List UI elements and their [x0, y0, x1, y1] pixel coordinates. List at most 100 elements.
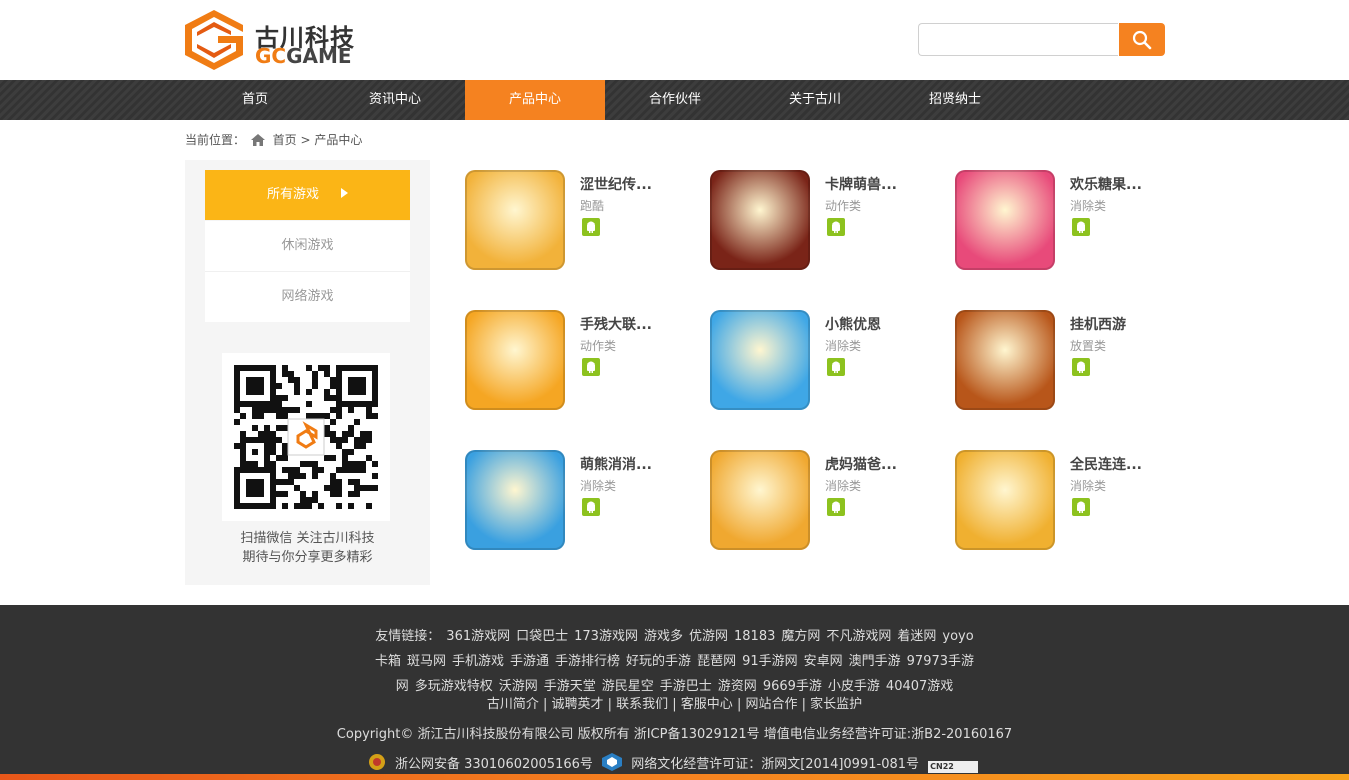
search-icon — [1132, 30, 1152, 49]
friend-link[interactable]: 小皮手游 — [828, 679, 880, 694]
android-icon[interactable] — [1072, 218, 1090, 236]
game-name[interactable]: 手残大联... — [580, 314, 652, 334]
friend-link[interactable]: 斑马网 — [407, 654, 446, 669]
game-name[interactable]: 虎妈猫爸... — [825, 454, 897, 474]
nav-item-partners[interactable]: 合作伙伴 — [605, 80, 745, 120]
candy-icon[interactable] — [955, 170, 1055, 270]
cn22-badge[interactable]: CN22 — [928, 761, 979, 773]
xiyou-icon[interactable] — [955, 310, 1055, 410]
friend-link[interactable]: yoyo — [942, 629, 973, 644]
friend-links-row-3: 网多玩游戏特权 沃游网 手游天堂 游民星空 手游巴士 游资网 9669手游 小皮手游 40407… — [0, 675, 1349, 694]
game-name[interactable]: 挂机西游 — [1070, 314, 1126, 334]
friend-link[interactable]: 手游天堂 — [544, 679, 596, 694]
friend-link[interactable]: 好玩的手游 — [626, 654, 691, 669]
cow-icon[interactable] — [955, 450, 1055, 550]
friend-link[interactable]: 手游通 — [510, 654, 549, 669]
friend-link[interactable]: 卡箱 — [375, 654, 401, 669]
tiger-girl-icon[interactable] — [710, 450, 810, 550]
game-card[interactable]: 手残大联... 动作类 — [465, 310, 705, 410]
friend-link[interactable]: 9669手游 — [763, 679, 822, 694]
friend-link[interactable]: 361游戏网 — [446, 629, 510, 644]
qr-caption-1: 扫描微信 关注古川科技 — [240, 531, 375, 546]
breadcrumb-current: 产品中心 — [314, 133, 363, 147]
qr-caption-2: 期待与你分享更多精彩 — [242, 550, 373, 565]
culture-license[interactable]: 网络文化经营许可证：浙网文[2014]0991-081号 — [631, 757, 919, 772]
friend-link[interactable]: 优游网 — [689, 629, 728, 644]
police-record[interactable]: 浙公网安备 33010602005166号 — [395, 757, 593, 772]
breadcrumb-home[interactable]: 首页 — [273, 133, 297, 147]
girl-avatar-icon[interactable] — [465, 170, 565, 270]
search-button[interactable] — [1119, 23, 1165, 56]
friend-link[interactable]: 不凡游戏网 — [826, 629, 891, 644]
bear-icon[interactable] — [710, 310, 810, 410]
android-icon[interactable] — [827, 218, 845, 236]
home-icon — [250, 134, 265, 146]
friend-link[interactable]: 手游排行榜 — [555, 654, 620, 669]
game-card[interactable]: 全民连连... 消除类 — [955, 450, 1195, 550]
category-label: 所有游戏 — [266, 187, 319, 202]
friend-link[interactable]: 97973手游 — [907, 654, 974, 669]
friend-link[interactable]: 游戏多 — [644, 629, 683, 644]
search-input[interactable] — [918, 23, 1118, 56]
brand-en-accent: GC — [255, 44, 287, 68]
face-icon[interactable] — [465, 310, 565, 410]
friend-link[interactable]: 游资网 — [718, 679, 757, 694]
android-icon[interactable] — [827, 358, 845, 376]
game-card[interactable]: 小熊优恩 消除类 — [710, 310, 950, 410]
cn22-label: CN22 — [930, 762, 954, 771]
breadcrumb-sep: > — [300, 133, 311, 147]
nav-item-home[interactable]: 首页 — [185, 80, 325, 120]
game-genre: 放置类 — [1070, 339, 1107, 353]
friend-link[interactable]: 口袋巴士 — [516, 629, 568, 644]
friend-link[interactable]: 沃游网 — [499, 679, 538, 694]
friend-link[interactable]: 魔方网 — [781, 629, 820, 644]
friend-link[interactable]: 安卓网 — [804, 654, 843, 669]
android-icon[interactable] — [582, 498, 600, 516]
friend-link[interactable]: 琵琶网 — [697, 654, 736, 669]
game-card[interactable]: 涩世纪传... 跑酷 — [465, 170, 705, 270]
nav-item-about[interactable]: 关于古川 — [745, 80, 885, 120]
friend-link[interactable]: 91手游网 — [742, 654, 798, 669]
search-box — [918, 23, 1165, 56]
monster-icon[interactable] — [710, 170, 810, 270]
game-name[interactable]: 卡牌萌兽... — [825, 174, 897, 194]
category-online-games[interactable]: 网络游戏 — [205, 272, 410, 322]
about-links[interactable]: 古川简介 | 诚聘英才 | 联系我们 | 客服中心 | 网站合作 | 家长监护 — [0, 693, 1349, 712]
friend-link[interactable]: 多玩游戏特权 — [415, 679, 493, 694]
category-all-games[interactable]: 所有游戏 — [205, 170, 410, 220]
game-name[interactable]: 萌熊消消... — [580, 454, 652, 474]
android-icon[interactable] — [827, 498, 845, 516]
android-icon[interactable] — [1072, 358, 1090, 376]
nav-item-jobs[interactable]: 招贤纳士 — [885, 80, 1025, 120]
friend-link[interactable]: 手游巴士 — [660, 679, 712, 694]
friend-link[interactable]: 着迷网 — [897, 629, 936, 644]
nav-item-products[interactable]: 产品中心 — [465, 80, 605, 120]
copyright: Copyright© 浙江古川科技股份有限公司 版权所有 浙ICP备130291… — [336, 727, 1013, 742]
category-casual-games[interactable]: 休闲游戏 — [205, 221, 410, 271]
android-icon[interactable] — [1072, 498, 1090, 516]
friend-link[interactable]: 手机游戏 — [452, 654, 504, 669]
nav-item-news[interactable]: 资讯中心 — [325, 80, 465, 120]
bottom-accent-bar — [0, 774, 1349, 780]
android-icon[interactable] — [582, 218, 600, 236]
game-card[interactable]: 卡牌萌兽... 动作类 — [710, 170, 950, 270]
android-icon[interactable] — [582, 358, 600, 376]
friend-link[interactable]: 40407游戏 — [886, 679, 953, 694]
bear-icon[interactable] — [465, 450, 565, 550]
game-card[interactable]: 萌熊消消... 消除类 — [465, 450, 705, 550]
game-name[interactable]: 全民连连... — [1070, 454, 1142, 474]
brand-en-rest: GAME — [286, 44, 352, 68]
friend-link[interactable]: 游民星空 — [602, 679, 654, 694]
game-name[interactable]: 小熊优恩 — [825, 314, 881, 334]
game-name[interactable]: 欢乐糖果... — [1070, 174, 1142, 194]
game-card[interactable]: 欢乐糖果... 消除类 — [955, 170, 1195, 270]
game-card[interactable]: 挂机西游 放置类 — [955, 310, 1195, 410]
game-name[interactable]: 涩世纪传... — [580, 174, 652, 194]
friend-link[interactable]: 澳門手游 — [849, 654, 901, 669]
friend-link[interactable]: 网 — [396, 679, 409, 694]
friend-links-row-2: 卡箱 斑马网 手机游戏 手游通 手游排行榜 好玩的手游 琵琶网 91手游网 安卓网 澳門手游 979… — [0, 650, 1349, 669]
friend-link[interactable]: 173游戏网 — [574, 629, 638, 644]
friend-link[interactable]: 18183 — [734, 629, 775, 644]
game-card[interactable]: 虎妈猫爸... 消除类 — [710, 450, 950, 550]
logo[interactable]: 古川科技 GCGAME — [185, 10, 355, 70]
